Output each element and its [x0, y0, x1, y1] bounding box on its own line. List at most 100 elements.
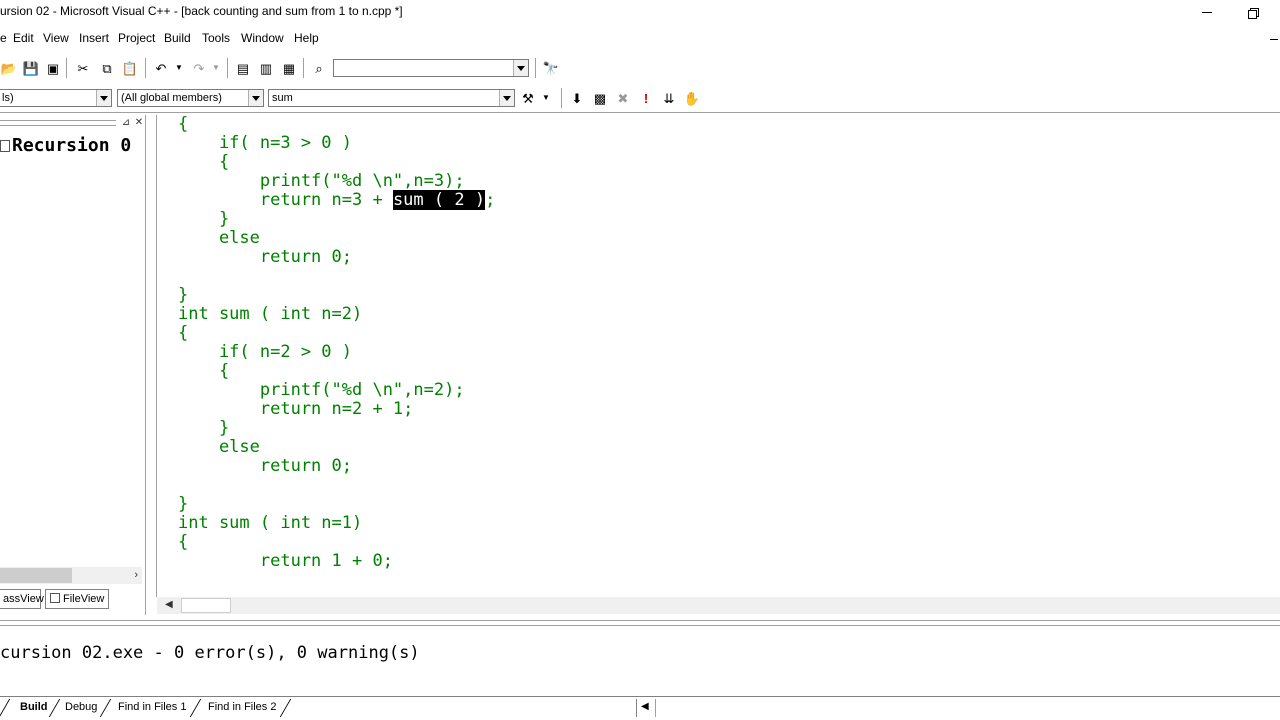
- code-editor[interactable]: { if( n=3 > 0 ) { printf("%d \n",n=3); r…: [156, 115, 1280, 597]
- menu-view[interactable]: View: [43, 31, 69, 45]
- code-line: return 0;: [178, 247, 352, 267]
- code-content[interactable]: { if( n=3 > 0 ) { printf("%d \n",n=3); r…: [178, 115, 495, 571]
- redo-dropdown-icon[interactable]: ▼: [207, 59, 225, 77]
- workspace-icon[interactable]: ▤: [234, 59, 252, 77]
- open-icon[interactable]: 📂: [0, 59, 18, 77]
- members-combo[interactable]: sum: [268, 89, 515, 107]
- code-line: {: [178, 115, 189, 134]
- menu-project[interactable]: Project: [118, 31, 155, 45]
- class-combo-value: ls): [2, 92, 14, 104]
- members-combo-value: sum: [272, 92, 293, 104]
- code-line: return n=2 + 1;: [178, 399, 414, 419]
- compile-icon[interactable]: ⬇: [568, 89, 586, 107]
- code-line: {: [178, 532, 189, 552]
- find-combo[interactable]: [333, 59, 529, 77]
- toolbar-separator: [145, 58, 147, 78]
- undo-icon[interactable]: ↶: [152, 59, 170, 77]
- chevron-down-icon[interactable]: [513, 60, 528, 76]
- tab-fileview-label: FileView: [63, 593, 105, 605]
- breakpoint-icon[interactable]: ✋: [683, 89, 701, 107]
- chevron-left-icon[interactable]: ◀: [165, 599, 173, 610]
- code-line: printf("%d \n",n=3);: [178, 171, 465, 191]
- chevron-down-icon[interactable]: [96, 90, 111, 106]
- paste-icon[interactable]: 📋: [121, 59, 139, 77]
- copy-icon[interactable]: ⧉: [98, 59, 116, 77]
- workspace-grip[interactable]: [0, 120, 116, 126]
- code-line: printf("%d \n",n=2);: [178, 380, 465, 400]
- minimize-button[interactable]: [1184, 0, 1230, 25]
- code-line: else: [178, 228, 260, 248]
- tab-find-in-files-2[interactable]: Find in Files 2: [198, 699, 286, 717]
- menu-tools[interactable]: Tools: [202, 31, 230, 45]
- workspace-icon: [0, 140, 10, 152]
- execute-icon[interactable]: !: [637, 89, 655, 107]
- save-icon[interactable]: 💾: [22, 59, 40, 77]
- output-pane: cursion 02.exe - 0 error(s), 0 warning(s…: [0, 625, 1280, 695]
- toolbar-bottom-divider: [0, 112, 1280, 114]
- output-icon[interactable]: ▥: [257, 59, 275, 77]
- selected-text[interactable]: sum ( 2 ): [392, 190, 486, 210]
- code-line: return 1 + 0;: [178, 551, 393, 571]
- toolbar-separator: [535, 58, 537, 78]
- toolbar-separator: [561, 88, 563, 108]
- chevron-right-icon[interactable]: ›: [134, 569, 138, 581]
- output-top-divider: [0, 620, 1280, 622]
- window-title: ursion 02 - Microsoft Visual C++ - [back…: [0, 4, 403, 18]
- code-line-with-selection: return n=3 + sum ( 2 );: [178, 190, 495, 210]
- toolbar-separator: [303, 58, 305, 78]
- filter-combo-value: (All global members): [121, 92, 222, 104]
- code-line-prefix: return n=3 +: [178, 190, 393, 210]
- code-line: {: [178, 361, 230, 381]
- workspace-dock-icon[interactable]: ⊿: [120, 117, 132, 129]
- restore-button[interactable]: [1230, 0, 1276, 25]
- build-icon[interactable]: ▩: [591, 89, 609, 107]
- tab-find-in-files-1[interactable]: Find in Files 1: [108, 699, 196, 717]
- stop-build-icon[interactable]: ✖: [614, 89, 632, 107]
- code-line: else: [178, 437, 260, 457]
- menu-insert[interactable]: Insert: [79, 31, 109, 45]
- wizard-action-icon[interactable]: ⚒: [519, 89, 537, 107]
- menu-file[interactable]: e: [0, 31, 7, 45]
- standard-toolbar: 📂 💾 ▣ ✂ ⧉ 📋 ↶ ▼ ↷ ▼ ▤ ▥ ▦ ⌕ 🔭: [0, 54, 1280, 82]
- code-line: }: [178, 494, 189, 514]
- output-tabs: Build Debug Find in Files 1 Find in File…: [0, 696, 1280, 720]
- editor-hscrollbar[interactable]: ◀: [157, 597, 1280, 614]
- find-icon[interactable]: 🔭: [542, 59, 560, 77]
- code-line: if( n=2 > 0 ): [178, 342, 352, 362]
- menu-help[interactable]: Help: [294, 31, 319, 45]
- window-list-icon[interactable]: ▦: [280, 59, 298, 77]
- menu-edit[interactable]: Edit: [13, 31, 34, 45]
- title-bar: ursion 02 - Microsoft Visual C++ - [back…: [0, 0, 1280, 25]
- menu-window[interactable]: Window: [241, 31, 284, 45]
- tab-debug[interactable]: Debug: [55, 699, 107, 717]
- class-combo[interactable]: ls): [0, 89, 112, 107]
- tab-classview[interactable]: assView: [0, 589, 44, 609]
- redo-icon[interactable]: ↷: [190, 59, 208, 77]
- chevron-down-icon[interactable]: [248, 90, 263, 106]
- tab-fileview[interactable]: FileView: [45, 589, 109, 609]
- scroll-divider: [655, 699, 656, 717]
- workspace-root-label: Recursion 0: [12, 135, 132, 156]
- scroll-thumb[interactable]: [181, 598, 231, 613]
- workspace-tree-root[interactable]: Recursion 0: [0, 135, 144, 156]
- chevron-down-icon[interactable]: [499, 90, 514, 106]
- mdi-minimize-icon[interactable]: [1270, 39, 1278, 40]
- output-tab-scroller[interactable]: ◀: [636, 699, 686, 717]
- minimize-icon: [1202, 12, 1212, 13]
- save-all-icon[interactable]: ▣: [44, 59, 62, 77]
- menu-build[interactable]: Build: [164, 31, 191, 45]
- wizard-action-dropdown-icon[interactable]: ▼: [537, 89, 555, 107]
- cut-icon[interactable]: ✂: [74, 59, 92, 77]
- close-icon[interactable]: ✕: [133, 117, 145, 129]
- scroll-thumb[interactable]: [0, 568, 72, 583]
- code-line: }: [178, 209, 230, 229]
- undo-dropdown-icon[interactable]: ▼: [170, 59, 188, 77]
- restore-icon: [1248, 7, 1259, 19]
- go-icon[interactable]: ⇊: [660, 89, 678, 107]
- find-in-files-icon[interactable]: ⌕: [310, 59, 328, 77]
- chevron-left-icon[interactable]: ◀: [641, 701, 649, 712]
- menu-bar: e Edit View Insert Project Build Tools W…: [0, 27, 1280, 51]
- build-output-line: cursion 02.exe - 0 error(s), 0 warning(s…: [0, 643, 420, 663]
- filter-combo[interactable]: (All global members): [117, 89, 264, 107]
- workspace-hscrollbar[interactable]: ›: [0, 567, 142, 584]
